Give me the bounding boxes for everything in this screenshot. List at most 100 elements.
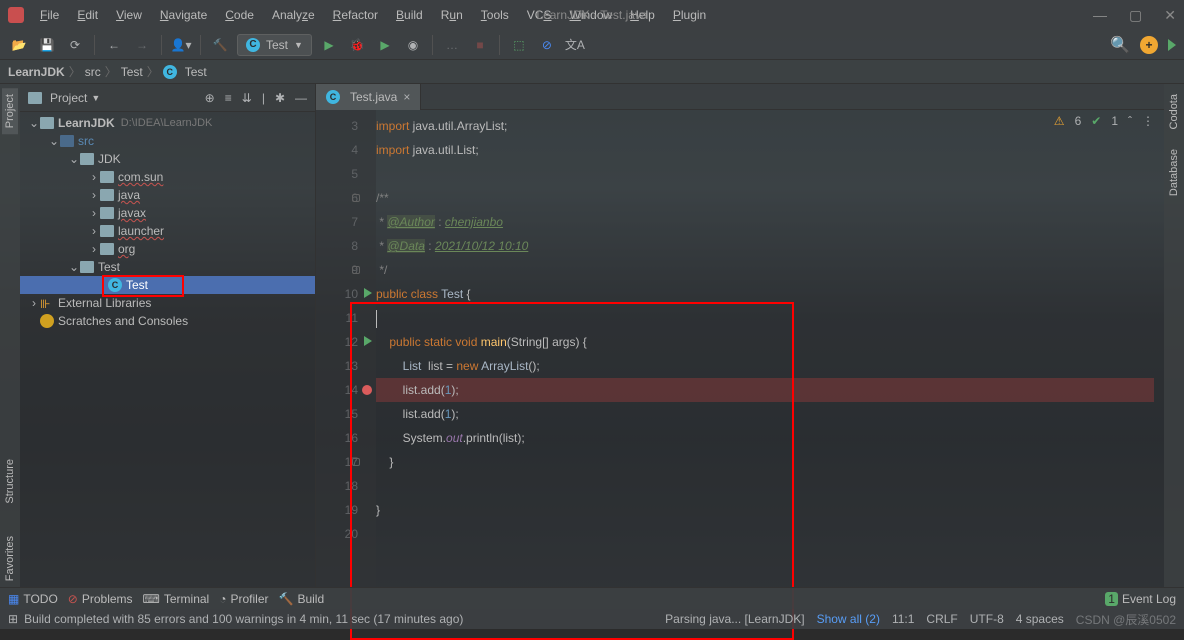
tree-test-class[interactable]: CTest [20, 276, 315, 294]
run-gutter-icon[interactable] [364, 336, 372, 346]
hide-icon[interactable]: — [295, 91, 307, 105]
window-icon[interactable]: ⊞ [8, 612, 18, 626]
sb-event-log[interactable]: 1Event Log [1105, 592, 1176, 606]
run-button[interactable]: ▶ [318, 34, 340, 56]
menu-file[interactable]: File [32, 4, 67, 26]
menu-build[interactable]: Build [388, 4, 431, 26]
close-tab-icon[interactable]: × [403, 90, 410, 104]
println-call: .println(list); [463, 431, 525, 445]
left-tab-structure[interactable]: Structure [2, 453, 18, 510]
breadcrumb-class[interactable]: Test [185, 65, 207, 79]
minimize-button[interactable]: — [1093, 7, 1107, 24]
menu-edit[interactable]: Edit [69, 4, 106, 26]
show-all-link[interactable]: Show all (2) [817, 612, 880, 626]
close-button[interactable]: ✕ [1164, 7, 1176, 24]
right-tab-database[interactable]: Database [1166, 143, 1182, 202]
profile-button[interactable]: ◉ [402, 34, 424, 56]
menu-code[interactable]: Code [217, 4, 262, 26]
left-tab-project[interactable]: Project [2, 88, 18, 134]
menu-refactor[interactable]: Refactor [325, 4, 386, 26]
attach-button[interactable]: … [441, 34, 463, 56]
avatar-icon[interactable]: 👤▾ [170, 34, 192, 56]
run-gutter-icon[interactable] [364, 288, 372, 298]
tree-package[interactable]: ›launcher [20, 222, 315, 240]
tree-package[interactable]: ›javax [20, 204, 315, 222]
save-icon[interactable]: 💾 [36, 34, 58, 56]
line-separator[interactable]: CRLF [926, 612, 957, 626]
tree-jdk[interactable]: ⌄JDK [20, 150, 315, 168]
maximize-button[interactable]: ▢ [1129, 7, 1142, 24]
inspection-bar[interactable]: ⚠6 ✔1 ˆ ⋮ [1054, 114, 1154, 128]
chevron-down-icon: ▼ [91, 93, 100, 103]
tree-external-libraries[interactable]: ›⊪External Libraries [20, 294, 315, 312]
tree-scratches[interactable]: Scratches and Consoles [20, 312, 315, 330]
editor-tab-test[interactable]: C Test.java × [316, 84, 421, 110]
menu-run[interactable]: Run [433, 4, 471, 26]
encoding[interactable]: UTF-8 [970, 612, 1004, 626]
code-editor[interactable]: ⚠6 ✔1 ˆ ⋮ import java.util.ArrayList; im… [376, 110, 1164, 587]
expand-inspection-icon[interactable]: ˆ [1128, 114, 1132, 128]
translate-icon[interactable]: 文A [564, 34, 586, 56]
tree-package[interactable]: ›com.sun [20, 168, 315, 186]
gutter[interactable]: 3 4 5 6- 7 8 9- 10 11 12 13 14 15 16 17-… [316, 110, 376, 587]
fold-icon[interactable]: - [352, 458, 360, 466]
search-icon[interactable]: 🔍 [1110, 35, 1130, 55]
sync-icon[interactable]: ⟳ [64, 34, 86, 56]
back-icon[interactable]: ← [103, 34, 125, 56]
right-tab-codota[interactable]: Codota [1166, 88, 1182, 135]
open-icon[interactable]: 📂 [8, 34, 30, 56]
collapse-icon[interactable]: ⇊ [242, 91, 252, 105]
breakpoint-icon[interactable] [362, 385, 372, 395]
left-tab-favorites[interactable]: Favorites [2, 530, 18, 587]
sb-profiler[interactable]: ◔Profiler [219, 592, 268, 606]
git-icon[interactable]: ⬚ [508, 34, 530, 56]
doc-author-val: chenjianbo [445, 215, 503, 229]
fold-icon[interactable]: - [352, 266, 360, 274]
cursor-position[interactable]: 11:1 [892, 612, 914, 626]
block-icon[interactable]: ⊘ [536, 34, 558, 56]
locate-icon[interactable]: ⊕ [205, 91, 215, 105]
run-config-label: Test [266, 38, 288, 52]
tree-project-root[interactable]: ⌄LearnJDKD:\IDEA\LearnJDK [20, 114, 315, 132]
doc-author-tag: @Author [387, 215, 435, 229]
play-icon[interactable] [1168, 39, 1176, 51]
list-type: List [403, 359, 422, 373]
project-panel-title[interactable]: Project ▼ [28, 91, 100, 105]
breadcrumb-src[interactable]: src [85, 65, 101, 79]
tree-package[interactable]: ›org [20, 240, 315, 258]
package-icon [100, 189, 114, 201]
class-icon: C [326, 90, 340, 104]
fold-icon[interactable]: - [352, 194, 360, 202]
sb-terminal[interactable]: ⌨Terminal [143, 592, 210, 606]
doc-data-val: 2021/10/12 10:10 [435, 239, 528, 253]
add-icon[interactable]: + [1140, 36, 1158, 54]
expand-icon[interactable]: ≡ [225, 91, 232, 105]
gear-icon[interactable]: ✱ [275, 91, 285, 105]
hammer-icon[interactable]: 🔨 [209, 34, 231, 56]
menu-tools[interactable]: Tools [473, 4, 517, 26]
breadcrumb-folder[interactable]: Test [121, 65, 143, 79]
more-inspection-icon[interactable]: ⋮ [1142, 114, 1154, 128]
sb-build[interactable]: 🔨Build [279, 592, 325, 606]
indent[interactable]: 4 spaces [1016, 612, 1064, 626]
tree-package[interactable]: ›java [20, 186, 315, 204]
menu-view[interactable]: View [108, 4, 150, 26]
tree-test-folder[interactable]: ⌄Test [20, 258, 315, 276]
sb-todo[interactable]: ▦TODO [8, 592, 58, 606]
breadcrumb-project[interactable]: LearnJDK [8, 65, 65, 79]
add-end: ); [451, 407, 458, 421]
forward-icon[interactable]: → [131, 34, 153, 56]
menu-analyze[interactable]: Analyze [264, 4, 323, 26]
sb-problems[interactable]: ⊘Problems [68, 592, 133, 606]
menu-plugin[interactable]: Plugin [665, 4, 714, 26]
debug-button[interactable]: 🐞 [346, 34, 368, 56]
main-name: main [481, 335, 507, 349]
menu-navigate[interactable]: Navigate [152, 4, 215, 26]
class-icon: C [163, 65, 177, 79]
coverage-button[interactable]: ▶ [374, 34, 396, 56]
stop-button[interactable]: ■ [469, 34, 491, 56]
scratch-icon [40, 314, 54, 328]
run-config-selector[interactable]: C Test ▼ [237, 34, 312, 56]
add-call: list.add( [403, 407, 445, 421]
tree-src[interactable]: ⌄src [20, 132, 315, 150]
